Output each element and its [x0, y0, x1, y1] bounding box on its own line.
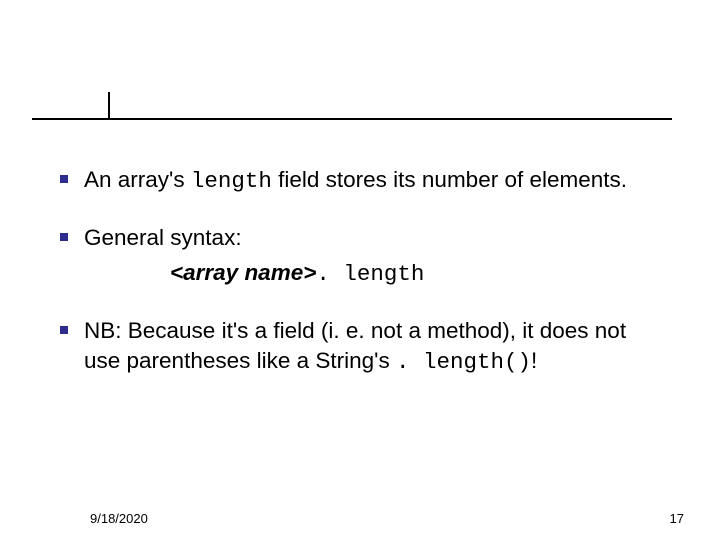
title-underline — [32, 118, 672, 120]
text-run: NB: Because it's a field (i. e. not a me… — [84, 318, 626, 373]
bullet-item: General syntax: — [60, 223, 660, 253]
syntax-placeholder: <array name> — [170, 260, 316, 285]
square-bullet-icon — [60, 233, 68, 241]
slide-body: An array's length field stores its numbe… — [60, 165, 660, 403]
square-bullet-icon — [60, 326, 68, 334]
square-bullet-icon — [60, 175, 68, 183]
bullet-item: NB: Because it's a field (i. e. not a me… — [60, 316, 660, 377]
footer-page-number: 17 — [670, 511, 684, 526]
text-run: field stores its number of elements. — [272, 167, 627, 192]
text-run: An array's — [84, 167, 191, 192]
bullet-text: NB: Because it's a field (i. e. not a me… — [84, 316, 660, 377]
code-run: length — [191, 168, 272, 194]
bullet-item: An array's length field stores its numbe… — [60, 165, 660, 197]
code-run: . length() — [396, 349, 531, 375]
slide: An array's length field stores its numbe… — [0, 0, 720, 540]
text-run: ! — [531, 348, 537, 373]
title-tick — [108, 92, 110, 118]
footer-date: 9/18/2020 — [90, 511, 148, 526]
bullet-text: General syntax: — [84, 223, 242, 253]
code-run: . length — [316, 261, 424, 287]
syntax-line: <array name>. length — [170, 258, 660, 290]
bullet-text: An array's length field stores its numbe… — [84, 165, 627, 197]
